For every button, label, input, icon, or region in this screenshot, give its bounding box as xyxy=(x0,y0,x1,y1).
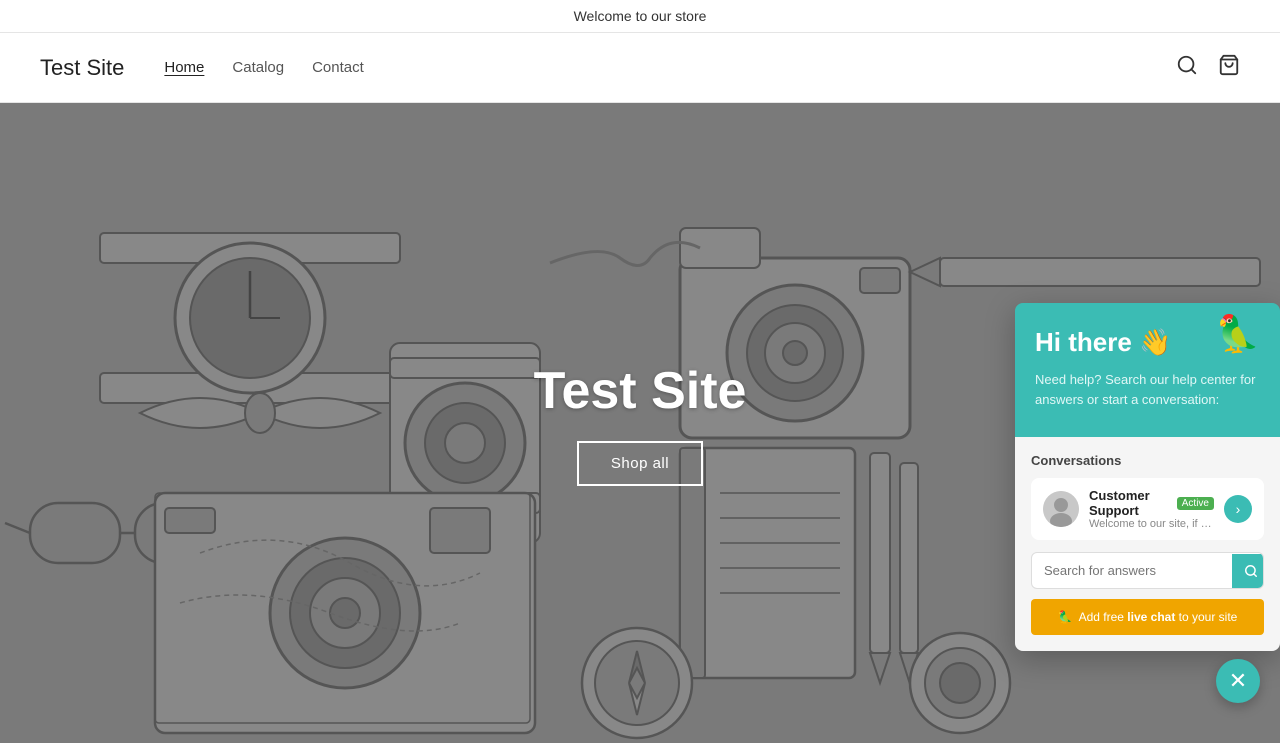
chat-mascot-icon: 🦜 xyxy=(1215,313,1260,355)
conversation-item[interactable]: Customer Support Active Welcome to our s… xyxy=(1031,478,1264,540)
hero-section: Test Site Shop all 🦜 Hi there 👋 Need hel… xyxy=(0,103,1280,743)
shop-all-button[interactable]: Shop all xyxy=(577,441,703,486)
search-input[interactable] xyxy=(1032,553,1232,588)
nav-home[interactable]: Home xyxy=(164,59,204,76)
announcement-bar: Welcome to our store xyxy=(0,0,1280,33)
footer-bird-icon: 🦜 xyxy=(1058,610,1073,624)
cart-icon[interactable] xyxy=(1218,54,1240,82)
header-icons xyxy=(1176,54,1240,82)
footer-text: Add free live chat to your site xyxy=(1079,610,1238,624)
announcement-text: Welcome to our store xyxy=(574,8,707,24)
nav-catalog[interactable]: Catalog xyxy=(232,59,284,76)
search-icon[interactable] xyxy=(1176,54,1198,82)
chat-body: Conversations Customer Support Active We… xyxy=(1015,437,1280,651)
agent-name: Customer Support Active xyxy=(1089,488,1214,518)
active-badge: Active xyxy=(1177,497,1214,510)
site-logo[interactable]: Test Site xyxy=(40,55,124,81)
main-nav: Home Catalog Contact xyxy=(164,59,1176,76)
nav-contact[interactable]: Contact xyxy=(312,59,364,76)
conversations-label: Conversations xyxy=(1031,453,1264,468)
hero-content: Test Site Shop all xyxy=(534,361,747,486)
chat-subtitle: Need help? Search our help center for an… xyxy=(1035,370,1260,409)
open-conversation-button[interactable]: › xyxy=(1224,495,1252,523)
search-button[interactable] xyxy=(1232,554,1264,588)
conversation-info: Customer Support Active Welcome to our s… xyxy=(1089,488,1214,530)
chat-header: 🦜 Hi there 👋 Need help? Search our help … xyxy=(1015,303,1280,437)
chat-dismiss-button[interactable]: ✕ xyxy=(1216,659,1260,703)
header: Test Site Home Catalog Contact xyxy=(0,33,1280,103)
chat-widget: 🦜 Hi there 👋 Need help? Search our help … xyxy=(1015,303,1280,651)
conversation-preview: Welcome to our site, if you ne... xyxy=(1089,518,1214,530)
hero-title: Test Site xyxy=(534,361,747,421)
agent-avatar xyxy=(1043,491,1079,527)
search-box xyxy=(1031,552,1264,589)
chat-footer-banner[interactable]: 🦜 Add free live chat to your site xyxy=(1031,599,1264,635)
